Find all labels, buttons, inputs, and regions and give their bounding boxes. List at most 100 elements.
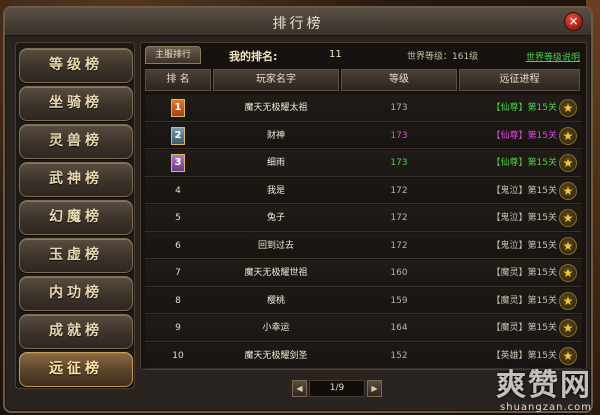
star-icon[interactable]: ★ bbox=[559, 319, 577, 337]
player-level: 160 bbox=[390, 268, 408, 278]
star-icon[interactable]: ★ bbox=[559, 154, 577, 172]
player-level: 172 bbox=[390, 185, 408, 196]
table-row[interactable]: 7 魔天无极耀世祖 160 【魔灵】第15关 ★ bbox=[145, 260, 582, 287]
table-row[interactable]: 9 小幸运 164 【魔灵】第15关 ★ bbox=[145, 315, 582, 342]
star-icon[interactable]: ★ bbox=[559, 209, 577, 227]
realm-title: 【仙尊】 bbox=[491, 130, 528, 141]
sidebar-item-0[interactable]: 等级榜 bbox=[19, 48, 133, 83]
player-level: 159 bbox=[390, 295, 408, 306]
table-row[interactable]: 5 兔子 172 【鬼泣】第15关 ★ bbox=[145, 205, 582, 232]
realm-title: 【魔灵】 bbox=[491, 295, 528, 306]
stage-label: 第15关 bbox=[527, 103, 557, 113]
ranking-panel: 主服排行 我的排名: 11 世界等级：161级 世界等级说明 排 名 玩家名字 … bbox=[140, 42, 587, 370]
realm-title: 【鬼泣】 bbox=[491, 213, 528, 223]
prev-page-button[interactable]: ◀ bbox=[292, 380, 307, 397]
player-name: 魔天无极耀剑圣 bbox=[244, 350, 308, 361]
star-icon[interactable]: ★ bbox=[559, 126, 577, 145]
expedition-progress: 【仙尊】第15关 bbox=[459, 150, 559, 176]
expedition-progress: 【仙尊】第15关 bbox=[459, 123, 559, 149]
world-level-info-link[interactable]: 世界等级说明 bbox=[526, 50, 580, 63]
star-icon[interactable]: ★ bbox=[559, 264, 577, 282]
player-name: 我是 bbox=[266, 185, 285, 196]
sidebar-item-6[interactable]: 内功榜 bbox=[19, 276, 133, 311]
realm-title: 【鬼泣】 bbox=[491, 185, 528, 196]
star-icon[interactable]: ★ bbox=[559, 291, 577, 310]
watermark-logo: 爽赞网 bbox=[496, 368, 592, 403]
pagination: ◀ 1/9 ▶ bbox=[292, 380, 382, 398]
header-expedition-progress: 远征进程 bbox=[459, 69, 580, 91]
realm-title: 【英雄】 bbox=[491, 350, 528, 361]
stage-label: 第15关 bbox=[527, 240, 557, 251]
realm-title: 【魔灵】 bbox=[491, 323, 528, 333]
sidebar-item-5[interactable]: 玉虚榜 bbox=[19, 238, 133, 273]
rank-badge-icon: 2 bbox=[145, 123, 211, 149]
realm-title: 【鬼泣】 bbox=[491, 240, 528, 251]
stage-label: 第15关 bbox=[527, 213, 557, 223]
header-level: 等级 bbox=[341, 69, 457, 91]
player-name: 回到过去 bbox=[257, 240, 294, 251]
rank-badge-1-icon: 1 bbox=[171, 99, 185, 117]
table-row[interactable]: 6 回到过去 172 【鬼泣】第15关 ★ bbox=[145, 232, 582, 259]
player-level: 152 bbox=[390, 350, 408, 361]
sidebar-item-1[interactable]: 坐骑榜 bbox=[19, 86, 133, 121]
star-icon[interactable]: ★ bbox=[559, 181, 577, 200]
player-level: 172 bbox=[390, 240, 408, 251]
stage-label: 第15关 bbox=[527, 185, 557, 196]
table-row[interactable]: 1 魔天无极耀太祖 173 【仙尊】第15关 ★ bbox=[145, 95, 582, 122]
expedition-progress: 【魔灵】第15关 bbox=[459, 260, 559, 286]
player-name: 财神 bbox=[266, 130, 285, 141]
stage-label: 第15关 bbox=[527, 350, 557, 361]
next-page-button[interactable]: ▶ bbox=[367, 380, 382, 397]
rank-badge-icon: 3 bbox=[145, 150, 211, 176]
expedition-progress: 【魔灵】第15关 bbox=[459, 315, 559, 341]
table-row[interactable]: 3 细雨 173 【仙尊】第15关 ★ bbox=[145, 150, 582, 177]
stage-label: 第15关 bbox=[527, 268, 557, 278]
expedition-progress: 【仙尊】第15关 bbox=[459, 95, 559, 121]
star-icon[interactable]: ★ bbox=[559, 236, 577, 255]
player-name: 小幸运 bbox=[262, 323, 290, 333]
player-name: 魔天无极耀太祖 bbox=[244, 103, 308, 113]
table-row[interactable]: 4 我是 172 【鬼泣】第15关 ★ bbox=[145, 177, 582, 204]
rank-badge-2-icon: 2 bbox=[171, 126, 185, 145]
window-title: 排行榜 bbox=[272, 16, 324, 32]
table-row[interactable]: 8 樱桃 159 【魔灵】第15关 ★ bbox=[145, 287, 582, 314]
player-level: 173 bbox=[390, 130, 408, 141]
player-name: 樱桃 bbox=[266, 295, 285, 306]
sidebar-item-8[interactable]: 远征榜 bbox=[19, 352, 133, 387]
rank-cell: 4 bbox=[175, 185, 181, 196]
table-header: 排 名 玩家名字 等级 远征进程 bbox=[145, 69, 582, 91]
rank-badge-3-icon: 3 bbox=[171, 154, 185, 172]
close-button[interactable]: × bbox=[564, 12, 583, 31]
stage-label: 第15关 bbox=[527, 323, 557, 333]
realm-title: 【仙尊】 bbox=[491, 103, 528, 113]
sidebar-item-4[interactable]: 幻魔榜 bbox=[19, 200, 133, 235]
table-row[interactable]: 2 财神 173 【仙尊】第15关 ★ bbox=[145, 122, 582, 149]
realm-title: 【魔灵】 bbox=[491, 268, 528, 278]
header-rank: 排 名 bbox=[145, 69, 211, 91]
stage-label: 第15关 bbox=[527, 158, 557, 168]
watermark-url: shuangzan.com bbox=[500, 402, 592, 413]
rank-cell: 6 bbox=[175, 240, 181, 251]
world-level: 世界等级：161级 bbox=[407, 52, 479, 62]
rank-cell: 9 bbox=[175, 323, 181, 333]
sidebar-item-2[interactable]: 灵兽榜 bbox=[19, 124, 133, 159]
expedition-progress: 【鬼泣】第15关 bbox=[459, 233, 559, 259]
rank-cell: 10 bbox=[172, 350, 184, 361]
expedition-progress: 【鬼泣】第15关 bbox=[459, 205, 559, 231]
stage-label: 第15关 bbox=[527, 130, 557, 141]
star-icon[interactable]: ★ bbox=[559, 99, 577, 117]
tab-main-server[interactable]: 主服排行 bbox=[145, 46, 201, 64]
player-level: 172 bbox=[390, 213, 408, 223]
sidebar-item-3[interactable]: 武神榜 bbox=[19, 162, 133, 197]
player-name: 魔天无极耀世祖 bbox=[244, 268, 308, 278]
rank-cell: 7 bbox=[175, 268, 181, 278]
rank-badge-icon: 1 bbox=[145, 95, 211, 121]
stage-label: 第15关 bbox=[527, 295, 557, 306]
sidebar-item-7[interactable]: 成就榜 bbox=[19, 314, 133, 349]
player-name: 细雨 bbox=[266, 158, 285, 168]
player-level: 173 bbox=[390, 103, 408, 113]
realm-title: 【仙尊】 bbox=[491, 158, 528, 168]
my-rank-value: 11 bbox=[329, 49, 342, 60]
page-indicator: 1/9 bbox=[309, 380, 365, 397]
titlebar: 排行榜 × bbox=[5, 8, 591, 36]
